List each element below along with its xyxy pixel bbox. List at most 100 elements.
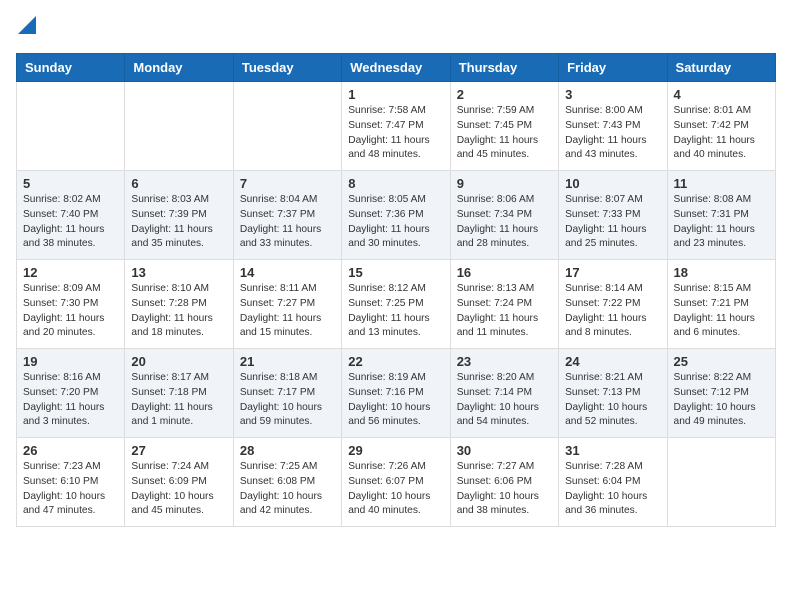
- day-number: 25: [674, 354, 769, 369]
- cell-detail: Sunrise: 8:01 AMSunset: 7:42 PMDaylight:…: [674, 104, 769, 163]
- calendar-week-row: 12 Sunrise: 8:09 AMSunset: 7:30 PMDaylig…: [17, 260, 776, 349]
- cell-detail: Sunrise: 8:04 AMSunset: 7:37 PMDaylight:…: [240, 193, 335, 252]
- cell-detail: Sunrise: 8:14 AMSunset: 7:22 PMDaylight:…: [565, 282, 660, 341]
- calendar-cell: 20 Sunrise: 8:17 AMSunset: 7:18 PMDaylig…: [125, 349, 233, 438]
- calendar-cell: 3 Sunrise: 8:00 AMSunset: 7:43 PMDayligh…: [559, 82, 667, 171]
- calendar-cell: 22 Sunrise: 8:19 AMSunset: 7:16 PMDaylig…: [342, 349, 450, 438]
- cell-detail: Sunrise: 7:25 AMSunset: 6:08 PMDaylight:…: [240, 460, 335, 519]
- cell-detail: Sunrise: 7:23 AMSunset: 6:10 PMDaylight:…: [23, 460, 118, 519]
- calendar-cell: 28 Sunrise: 7:25 AMSunset: 6:08 PMDaylig…: [233, 438, 341, 527]
- cell-detail: Sunrise: 8:18 AMSunset: 7:17 PMDaylight:…: [240, 371, 335, 430]
- day-number: 12: [23, 265, 118, 280]
- cell-detail: Sunrise: 7:58 AMSunset: 7:47 PMDaylight:…: [348, 104, 443, 163]
- cell-detail: Sunrise: 8:11 AMSunset: 7:27 PMDaylight:…: [240, 282, 335, 341]
- calendar-cell: 13 Sunrise: 8:10 AMSunset: 7:28 PMDaylig…: [125, 260, 233, 349]
- day-number: 18: [674, 265, 769, 280]
- calendar-cell: 30 Sunrise: 7:27 AMSunset: 6:06 PMDaylig…: [450, 438, 558, 527]
- calendar-cell: 9 Sunrise: 8:06 AMSunset: 7:34 PMDayligh…: [450, 171, 558, 260]
- day-number: 9: [457, 176, 552, 191]
- calendar-cell: 17 Sunrise: 8:14 AMSunset: 7:22 PMDaylig…: [559, 260, 667, 349]
- day-number: 26: [23, 443, 118, 458]
- calendar-cell: 15 Sunrise: 8:12 AMSunset: 7:25 PMDaylig…: [342, 260, 450, 349]
- day-number: 2: [457, 87, 552, 102]
- cell-detail: Sunrise: 8:20 AMSunset: 7:14 PMDaylight:…: [457, 371, 552, 430]
- calendar-cell: [667, 438, 775, 527]
- calendar-cell: 4 Sunrise: 8:01 AMSunset: 7:42 PMDayligh…: [667, 82, 775, 171]
- calendar-cell: 6 Sunrise: 8:03 AMSunset: 7:39 PMDayligh…: [125, 171, 233, 260]
- day-number: 27: [131, 443, 226, 458]
- day-number: 11: [674, 176, 769, 191]
- cell-detail: Sunrise: 8:06 AMSunset: 7:34 PMDaylight:…: [457, 193, 552, 252]
- calendar-week-row: 1 Sunrise: 7:58 AMSunset: 7:47 PMDayligh…: [17, 82, 776, 171]
- cell-detail: Sunrise: 8:12 AMSunset: 7:25 PMDaylight:…: [348, 282, 443, 341]
- weekday-header-thursday: Thursday: [450, 54, 558, 82]
- cell-detail: Sunrise: 8:17 AMSunset: 7:18 PMDaylight:…: [131, 371, 226, 430]
- cell-detail: Sunrise: 8:10 AMSunset: 7:28 PMDaylight:…: [131, 282, 226, 341]
- weekday-header-sunday: Sunday: [17, 54, 125, 82]
- day-number: 5: [23, 176, 118, 191]
- day-number: 22: [348, 354, 443, 369]
- cell-detail: Sunrise: 8:08 AMSunset: 7:31 PMDaylight:…: [674, 193, 769, 252]
- cell-detail: Sunrise: 8:02 AMSunset: 7:40 PMDaylight:…: [23, 193, 118, 252]
- weekday-header-row: SundayMondayTuesdayWednesdayThursdayFrid…: [17, 54, 776, 82]
- day-number: 21: [240, 354, 335, 369]
- cell-detail: Sunrise: 8:07 AMSunset: 7:33 PMDaylight:…: [565, 193, 660, 252]
- calendar-cell: 31 Sunrise: 7:28 AMSunset: 6:04 PMDaylig…: [559, 438, 667, 527]
- weekday-header-friday: Friday: [559, 54, 667, 82]
- day-number: 6: [131, 176, 226, 191]
- calendar-cell: 23 Sunrise: 8:20 AMSunset: 7:14 PMDaylig…: [450, 349, 558, 438]
- weekday-header-saturday: Saturday: [667, 54, 775, 82]
- day-number: 3: [565, 87, 660, 102]
- cell-detail: Sunrise: 8:00 AMSunset: 7:43 PMDaylight:…: [565, 104, 660, 163]
- day-number: 10: [565, 176, 660, 191]
- day-number: 20: [131, 354, 226, 369]
- day-number: 15: [348, 265, 443, 280]
- cell-detail: Sunrise: 8:16 AMSunset: 7:20 PMDaylight:…: [23, 371, 118, 430]
- day-number: 7: [240, 176, 335, 191]
- cell-detail: Sunrise: 7:28 AMSunset: 6:04 PMDaylight:…: [565, 460, 660, 519]
- cell-detail: Sunrise: 7:24 AMSunset: 6:09 PMDaylight:…: [131, 460, 226, 519]
- calendar-cell: 19 Sunrise: 8:16 AMSunset: 7:20 PMDaylig…: [17, 349, 125, 438]
- day-number: 8: [348, 176, 443, 191]
- weekday-header-wednesday: Wednesday: [342, 54, 450, 82]
- cell-detail: Sunrise: 7:26 AMSunset: 6:07 PMDaylight:…: [348, 460, 443, 519]
- calendar-cell: 27 Sunrise: 7:24 AMSunset: 6:09 PMDaylig…: [125, 438, 233, 527]
- calendar-cell: [233, 82, 341, 171]
- cell-detail: Sunrise: 8:09 AMSunset: 7:30 PMDaylight:…: [23, 282, 118, 341]
- calendar-cell: 25 Sunrise: 8:22 AMSunset: 7:12 PMDaylig…: [667, 349, 775, 438]
- calendar-week-row: 26 Sunrise: 7:23 AMSunset: 6:10 PMDaylig…: [17, 438, 776, 527]
- calendar-cell: 21 Sunrise: 8:18 AMSunset: 7:17 PMDaylig…: [233, 349, 341, 438]
- day-number: 30: [457, 443, 552, 458]
- day-number: 17: [565, 265, 660, 280]
- cell-detail: Sunrise: 8:13 AMSunset: 7:24 PMDaylight:…: [457, 282, 552, 341]
- calendar-cell: 1 Sunrise: 7:58 AMSunset: 7:47 PMDayligh…: [342, 82, 450, 171]
- calendar-cell: 2 Sunrise: 7:59 AMSunset: 7:45 PMDayligh…: [450, 82, 558, 171]
- day-number: 24: [565, 354, 660, 369]
- calendar-cell: [125, 82, 233, 171]
- cell-detail: Sunrise: 8:05 AMSunset: 7:36 PMDaylight:…: [348, 193, 443, 252]
- day-number: 19: [23, 354, 118, 369]
- calendar-cell: 18 Sunrise: 8:15 AMSunset: 7:21 PMDaylig…: [667, 260, 775, 349]
- cell-detail: Sunrise: 7:27 AMSunset: 6:06 PMDaylight:…: [457, 460, 552, 519]
- calendar-cell: 10 Sunrise: 8:07 AMSunset: 7:33 PMDaylig…: [559, 171, 667, 260]
- day-number: 1: [348, 87, 443, 102]
- day-number: 16: [457, 265, 552, 280]
- weekday-header-monday: Monday: [125, 54, 233, 82]
- logo-icon: [18, 16, 36, 34]
- calendar-cell: [17, 82, 125, 171]
- day-number: 28: [240, 443, 335, 458]
- day-number: 31: [565, 443, 660, 458]
- day-number: 14: [240, 265, 335, 280]
- calendar-cell: 7 Sunrise: 8:04 AMSunset: 7:37 PMDayligh…: [233, 171, 341, 260]
- calendar-table: SundayMondayTuesdayWednesdayThursdayFrid…: [16, 53, 776, 527]
- calendar-week-row: 5 Sunrise: 8:02 AMSunset: 7:40 PMDayligh…: [17, 171, 776, 260]
- calendar-cell: 11 Sunrise: 8:08 AMSunset: 7:31 PMDaylig…: [667, 171, 775, 260]
- calendar-week-row: 19 Sunrise: 8:16 AMSunset: 7:20 PMDaylig…: [17, 349, 776, 438]
- day-number: 23: [457, 354, 552, 369]
- weekday-header-tuesday: Tuesday: [233, 54, 341, 82]
- cell-detail: Sunrise: 7:59 AMSunset: 7:45 PMDaylight:…: [457, 104, 552, 163]
- calendar-cell: 12 Sunrise: 8:09 AMSunset: 7:30 PMDaylig…: [17, 260, 125, 349]
- calendar-cell: 26 Sunrise: 7:23 AMSunset: 6:10 PMDaylig…: [17, 438, 125, 527]
- cell-detail: Sunrise: 8:22 AMSunset: 7:12 PMDaylight:…: [674, 371, 769, 430]
- cell-detail: Sunrise: 8:03 AMSunset: 7:39 PMDaylight:…: [131, 193, 226, 252]
